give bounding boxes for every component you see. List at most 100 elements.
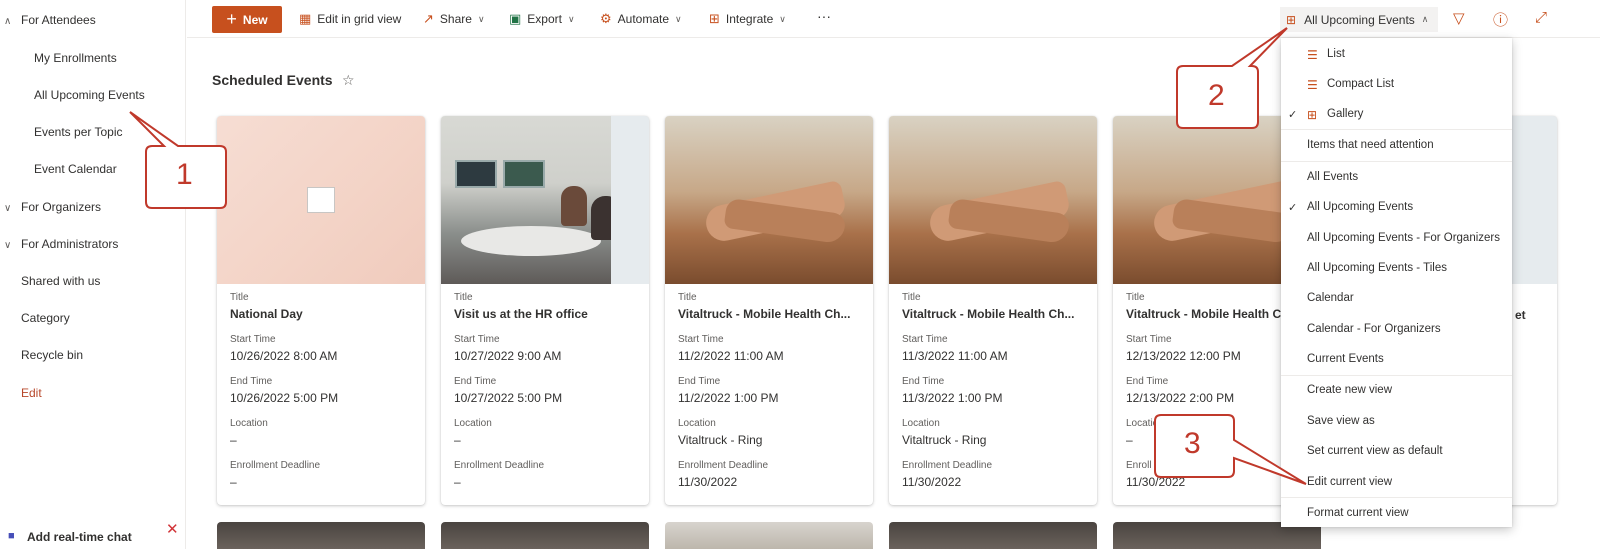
field-label: Title: [902, 292, 921, 303]
nav-edit-link[interactable]: Edit: [21, 386, 42, 400]
integrate-icon: ⊞: [709, 11, 720, 26]
info-icon[interactable]: ⓘ: [1493, 9, 1508, 30]
view-selector-label: All Upcoming Events: [1304, 12, 1415, 27]
compact-list-icon: ☰: [1307, 78, 1318, 92]
automate-button[interactable]: ⚙ Automate ∨: [600, 11, 682, 27]
edit-grid-view-label: Edit in grid view: [317, 12, 402, 26]
location-value: –: [230, 433, 237, 447]
card-image: [889, 116, 1097, 284]
event-card[interactable]: Title Vitaltruck - Mobile Health Ch... S…: [889, 116, 1097, 505]
card-title: Visit us at the HR office: [454, 307, 588, 321]
field-label: Enrollment Deadline: [230, 460, 321, 471]
field-label: Location: [678, 418, 716, 429]
gallery-icon: ⊞: [1286, 12, 1297, 27]
start-time-value: 11/3/2022 11:00 AM: [902, 349, 1008, 363]
callout-3-number: 3: [1184, 427, 1201, 460]
nav-group-administrators[interactable]: ∨ For Administrators: [4, 237, 118, 251]
more-options-button[interactable]: ···: [817, 8, 831, 24]
location-value: Vitaltruck - Ring: [678, 433, 763, 447]
grid-edit-icon: ▦: [299, 11, 312, 26]
filter-icon[interactable]: ▽: [1453, 9, 1465, 27]
event-card[interactable]: Title Visit us at the HR office Start Ti…: [441, 116, 649, 505]
share-button[interactable]: ↗ Share ∨: [423, 11, 485, 27]
share-icon: ↗: [423, 11, 434, 26]
menu-divider: [1281, 497, 1512, 498]
field-label: Start Time: [230, 334, 276, 345]
plus-icon: +: [226, 9, 237, 29]
start-time-value: 10/27/2022 9:00 AM: [454, 349, 562, 363]
favorite-star-icon[interactable]: ☆: [342, 72, 355, 89]
event-card-next-row[interactable]: [889, 522, 1097, 549]
menu-divider: [1281, 129, 1512, 130]
menu-item-label: Gallery: [1327, 108, 1364, 120]
field-label: Enrollment Deadline: [902, 460, 993, 471]
view-selector[interactable]: ⊞ All Upcoming Events ∧: [1280, 7, 1438, 32]
field-label: Start Time: [902, 334, 948, 345]
nav-item-my-enrollments[interactable]: My Enrollments: [34, 51, 117, 65]
field-label: Start Time: [454, 334, 500, 345]
card-title: National Day: [230, 307, 303, 321]
nav-group-label: For Attendees: [21, 13, 96, 27]
list-icon: ☰: [1307, 48, 1318, 62]
event-card-next-row[interactable]: [441, 522, 649, 549]
menu-item-label: Create new view: [1307, 384, 1393, 396]
event-card-next-row[interactable]: [665, 522, 873, 549]
event-card[interactable]: Title Vitaltruck - Mobile Health Ch... S…: [665, 116, 873, 505]
nav-item-all-upcoming-events[interactable]: All Upcoming Events: [34, 88, 145, 102]
start-time-value: 11/2/2022 11:00 AM: [678, 349, 784, 363]
menu-item-label: All Upcoming Events: [1307, 201, 1414, 213]
integrate-label: Integrate: [725, 12, 774, 26]
field-label: Title: [454, 292, 473, 303]
left-navigation: ∧ For Attendees My Enrollments All Upcomi…: [0, 0, 186, 549]
add-chat-panel: ■ Add real-time chat ✕: [0, 520, 186, 549]
deadline-value: 11/30/2022: [678, 475, 738, 489]
field-label: Enrollment Deadline: [678, 460, 769, 471]
field-label: End Time: [454, 376, 497, 387]
nav-item-category[interactable]: Category: [21, 311, 70, 325]
end-time-value: 11/3/2022 1:00 PM: [902, 391, 1003, 405]
expand-icon[interactable]: ⤢: [1535, 9, 1547, 26]
card-image: [441, 116, 649, 284]
excel-icon: ▣: [509, 11, 522, 26]
new-button[interactable]: + New: [212, 6, 282, 33]
add-chat-button[interactable]: Add real-time chat: [27, 530, 132, 544]
callout-1-number: 1: [176, 158, 193, 191]
chevron-down-icon: ∨: [477, 13, 485, 24]
location-value: Vitaltruck - Ring: [902, 433, 987, 447]
nav-item-recycle-bin[interactable]: Recycle bin: [21, 348, 83, 362]
chevron-up-icon: ∧: [4, 16, 12, 27]
nav-group-attendees[interactable]: ∧ For Attendees: [4, 13, 96, 27]
field-label: Location: [902, 418, 940, 429]
new-button-label: New: [242, 12, 268, 27]
end-time-value: 11/2/2022 1:00 PM: [678, 391, 779, 405]
callout-2-bubble: [1176, 27, 1288, 129]
menu-item-label: Calendar: [1307, 292, 1354, 304]
nav-item-events-per-topic[interactable]: Events per Topic: [34, 125, 123, 139]
nav-item-event-calendar[interactable]: Event Calendar: [34, 162, 117, 176]
integrate-button[interactable]: ⊞ Integrate ∨: [709, 11, 786, 27]
card-image: [665, 116, 873, 284]
card-title-partial: et: [1515, 308, 1526, 322]
checkmark-icon: ✓: [1288, 109, 1298, 121]
close-icon[interactable]: ✕: [166, 520, 179, 538]
image-placeholder-icon: [307, 187, 335, 213]
chevron-down-icon: ∨: [567, 13, 575, 24]
field-label: Enrollment Deadline: [454, 460, 545, 471]
field-label: End Time: [678, 376, 721, 387]
field-label: Title: [678, 292, 697, 303]
edit-grid-view-button[interactable]: ▦ Edit in grid view: [299, 11, 401, 27]
card-title: Vitaltruck - Mobile Health Ch...: [902, 307, 1075, 321]
menu-item-label: All Upcoming Events - For Organizers: [1307, 232, 1501, 244]
menu-item-label: Format current view: [1307, 507, 1409, 519]
nav-item-shared-with-us[interactable]: Shared with us: [21, 274, 100, 288]
event-card[interactable]: Title National Day Start Time 10/26/2022…: [217, 116, 425, 505]
menu-item-label: Set current view as default: [1307, 445, 1443, 457]
view-options-menu: ☰ List ☰ Compact List ✓ ⊞ Gallery Items that…: [1281, 38, 1512, 527]
end-time-value: 10/26/2022 5:00 PM: [230, 391, 339, 405]
export-button[interactable]: ▣ Export ∨: [509, 11, 575, 27]
menu-item-label: Current Events: [1307, 353, 1384, 365]
event-card-next-row[interactable]: [217, 522, 425, 549]
automate-label: Automate: [617, 12, 670, 26]
chevron-up-icon: ∧: [1421, 14, 1429, 24]
nav-group-organizers[interactable]: ∨ For Organizers: [4, 200, 101, 214]
